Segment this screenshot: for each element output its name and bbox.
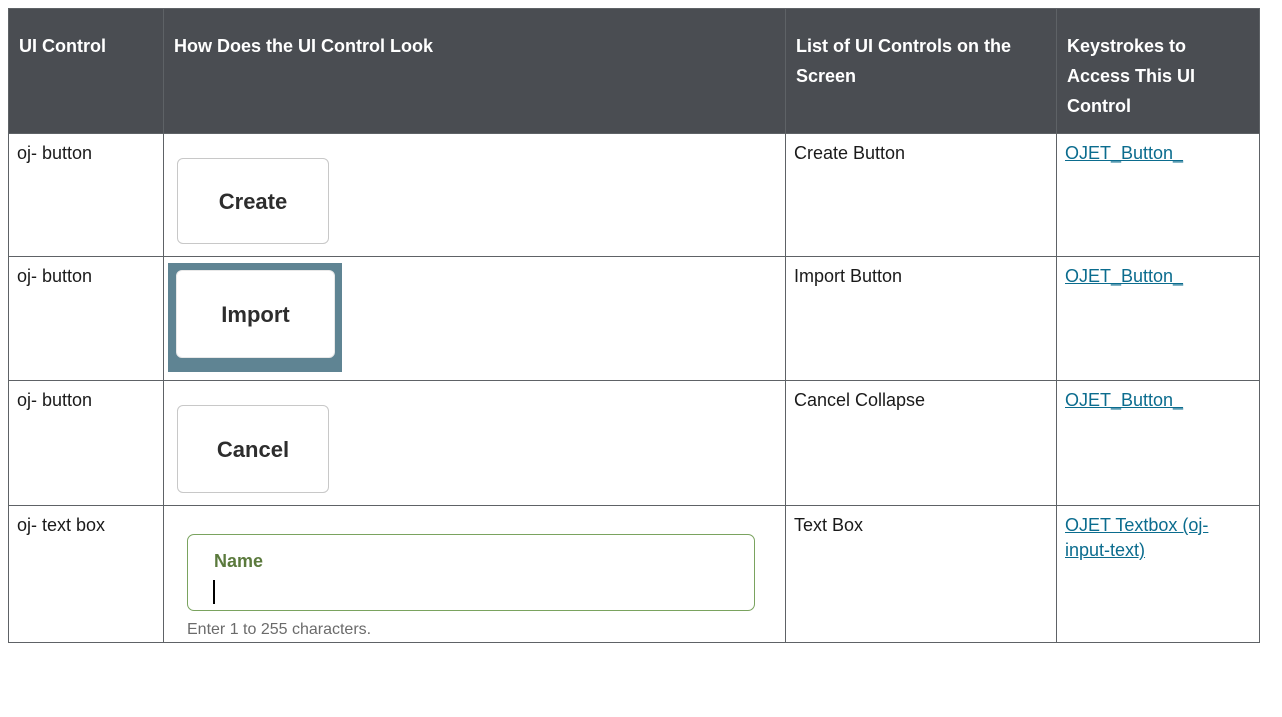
header-list-controls: List of UI Controls on the Screen (785, 8, 1057, 134)
cell-keystrokes: OJET Textbox (oj-input-text) (1056, 505, 1260, 643)
cell-preview: Name Enter 1 to 255 characters. (163, 505, 786, 643)
table-row: oj- button Import Import Button OJET_But… (8, 256, 1260, 381)
cell-keystrokes: OJET_Button_ (1056, 256, 1260, 381)
ojet-button-link[interactable]: OJET_Button_ (1065, 266, 1183, 286)
ui-controls-table: UI Control How Does the UI Control Look … (8, 8, 1260, 643)
cell-list: Create Button (785, 133, 1057, 257)
name-field-label: Name (214, 551, 264, 571)
table-row: oj- button Create Create Button OJET_But… (8, 133, 1260, 257)
import-button-preview: Import (176, 270, 335, 358)
create-button-preview: Create (177, 158, 329, 244)
cell-list: Text Box (785, 505, 1057, 643)
cell-preview: Create (163, 133, 786, 257)
focus-ring: Import (168, 263, 342, 372)
ojet-textbox-link[interactable]: OJET Textbox (oj-input-text) (1065, 515, 1208, 560)
cancel-button-preview: Cancel (177, 405, 329, 493)
cell-control: oj- button (8, 133, 164, 257)
ojet-button-link[interactable]: OJET_Button_ (1065, 143, 1183, 163)
cell-control: oj- text box (8, 505, 164, 643)
table-row: oj- button Cancel Cancel Collapse OJET_B… (8, 380, 1260, 506)
text-caret (213, 580, 215, 604)
header-keystrokes: Keystrokes to Access This UI Control (1056, 8, 1260, 134)
cell-keystrokes: OJET_Button_ (1056, 133, 1260, 257)
header-ui-control: UI Control (8, 8, 164, 134)
table-header-row: UI Control How Does the UI Control Look … (8, 8, 1260, 134)
cell-control: oj- button (8, 380, 164, 506)
cell-keystrokes: OJET_Button_ (1056, 380, 1260, 506)
cell-list: Import Button (785, 256, 1057, 381)
cell-list: Cancel Collapse (785, 380, 1057, 506)
name-text-field-preview: Name (187, 534, 755, 611)
cell-control: oj- button (8, 256, 164, 381)
cell-preview: Cancel (163, 380, 786, 506)
cell-preview: Import (163, 256, 786, 381)
table-row: oj- text box Name Enter 1 to 255 charact… (8, 505, 1260, 643)
header-how-look: How Does the UI Control Look (163, 8, 786, 134)
ojet-button-link[interactable]: OJET_Button_ (1065, 390, 1183, 410)
name-field-hint: Enter 1 to 255 characters. (187, 621, 372, 638)
